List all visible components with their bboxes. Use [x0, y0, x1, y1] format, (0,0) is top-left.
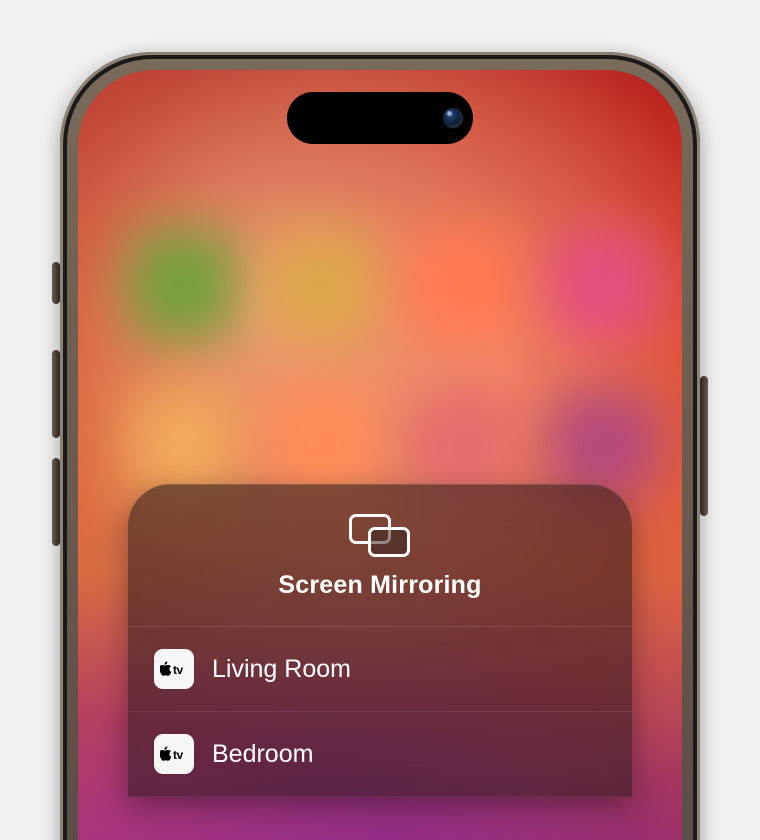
volume-down-button[interactable]: [52, 458, 60, 546]
apple-tv-icon: tv: [154, 649, 194, 689]
ring-silent-switch[interactable]: [52, 262, 60, 304]
phone-frame: Screen Mirroring tv Living Room: [60, 52, 700, 840]
background-app-blur: [128, 230, 238, 340]
device-row-living-room[interactable]: tv Living Room: [128, 627, 632, 712]
background-app-blur: [408, 230, 518, 340]
screen-mirroring-icon: [349, 514, 411, 556]
device-label: Bedroom: [212, 740, 313, 769]
phone-screen: Screen Mirroring tv Living Room: [78, 70, 682, 840]
apple-tv-icon: tv: [154, 734, 194, 774]
side-button[interactable]: [700, 376, 708, 516]
sheet-title: Screen Mirroring: [148, 571, 612, 600]
svg-text:tv: tv: [173, 663, 183, 677]
screen-mirroring-sheet: Screen Mirroring tv Living Room: [128, 484, 632, 797]
device-row-bedroom[interactable]: tv Bedroom: [128, 712, 632, 797]
device-label: Living Room: [212, 655, 351, 684]
background-app-blur: [268, 230, 378, 340]
dynamic-island: [287, 92, 473, 144]
front-camera-icon: [443, 108, 463, 128]
background-app-blur: [548, 230, 658, 340]
svg-text:tv: tv: [173, 748, 183, 762]
volume-up-button[interactable]: [52, 350, 60, 438]
sheet-header: Screen Mirroring: [128, 484, 632, 627]
